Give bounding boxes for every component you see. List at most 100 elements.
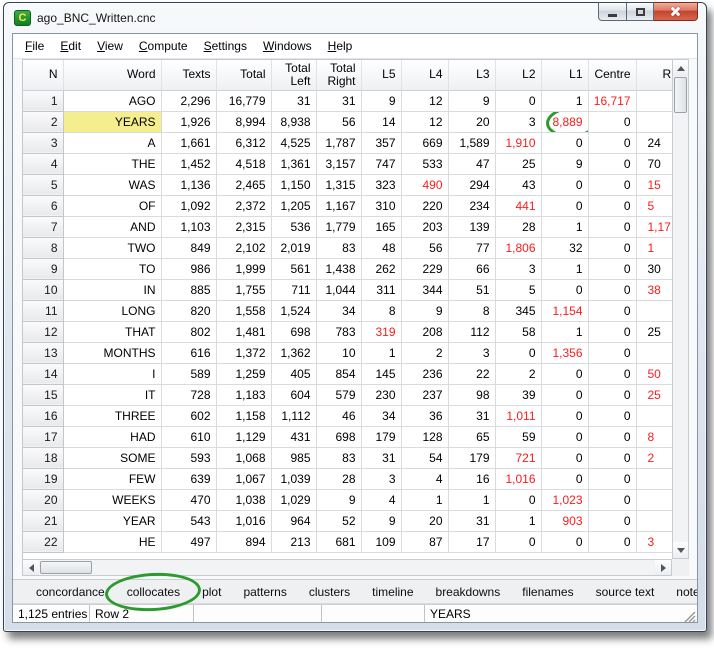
cell-l2[interactable]: 1,806 [495, 237, 541, 258]
cell-centre[interactable]: 0 [588, 300, 636, 321]
cell-l1[interactable]: 903 [541, 510, 588, 531]
cell-l2[interactable]: 0 [495, 342, 541, 363]
cell-l5[interactable]: 34 [361, 405, 401, 426]
cell-total[interactable]: 1,067 [216, 468, 271, 489]
cell-total-left[interactable]: 1,205 [271, 195, 316, 216]
cell-total-right[interactable]: 83 [316, 447, 361, 468]
cell-l1[interactable]: 1 [541, 90, 588, 111]
cell-total[interactable]: 8,994 [216, 111, 271, 132]
cell-total-right[interactable]: 34 [316, 300, 361, 321]
cell-word[interactable]: LONG [63, 300, 161, 321]
cell-total-left[interactable]: 604 [271, 384, 316, 405]
cell-r1[interactable]: 3 [636, 531, 672, 552]
menu-windows[interactable]: Windows [255, 36, 320, 56]
cell-total[interactable]: 1,183 [216, 384, 271, 405]
cell-centre[interactable]: 0 [588, 153, 636, 174]
cell-l5[interactable]: 109 [361, 531, 401, 552]
cell-l4[interactable]: 20 [401, 510, 448, 531]
cell-r1[interactable] [636, 405, 672, 426]
cell-total-left[interactable]: 31 [271, 90, 316, 111]
cell-l4[interactable]: 56 [401, 237, 448, 258]
cell-l1[interactable]: 0 [541, 405, 588, 426]
cell-centre[interactable]: 0 [588, 111, 636, 132]
cell-total[interactable]: 1,016 [216, 510, 271, 531]
row-number[interactable]: 6 [23, 195, 63, 216]
cell-l5[interactable]: 262 [361, 258, 401, 279]
horizontal-scrollbar[interactable] [22, 559, 672, 576]
cell-texts[interactable]: 1,136 [161, 174, 216, 195]
cell-l2[interactable]: 1 [495, 510, 541, 531]
cell-word[interactable]: THE [63, 153, 161, 174]
cell-total[interactable]: 1,038 [216, 489, 271, 510]
cell-l5[interactable]: 4 [361, 489, 401, 510]
cell-word[interactable]: THAT [63, 321, 161, 342]
cell-l1[interactable]: 0 [541, 447, 588, 468]
row-number[interactable]: 12 [23, 321, 63, 342]
cell-l5[interactable]: 31 [361, 447, 401, 468]
cell-texts[interactable]: 885 [161, 279, 216, 300]
cell-word[interactable]: A [63, 132, 161, 153]
column-header-n[interactable]: N [23, 60, 63, 90]
cell-total-left[interactable]: 431 [271, 426, 316, 447]
cell-total[interactable]: 6,312 [216, 132, 271, 153]
cell-word[interactable]: IT [63, 384, 161, 405]
cell-l2[interactable]: 28 [495, 216, 541, 237]
menu-help[interactable]: Help [320, 36, 361, 56]
cell-l4[interactable]: 533 [401, 153, 448, 174]
cell-l3[interactable]: 179 [448, 447, 495, 468]
cell-l5[interactable]: 230 [361, 384, 401, 405]
scroll-up-button[interactable] [673, 60, 688, 76]
cell-texts[interactable]: 849 [161, 237, 216, 258]
cell-total-left[interactable]: 964 [271, 510, 316, 531]
cell-l4[interactable]: 236 [401, 363, 448, 384]
cell-l3[interactable]: 234 [448, 195, 495, 216]
cell-l3[interactable]: 1,589 [448, 132, 495, 153]
menu-view[interactable]: View [89, 36, 131, 56]
cell-total-left[interactable]: 536 [271, 216, 316, 237]
cell-l4[interactable]: 2 [401, 342, 448, 363]
column-header-l1[interactable]: L1 [541, 60, 588, 90]
cell-l2[interactable]: 441 [495, 195, 541, 216]
cell-texts[interactable]: 820 [161, 300, 216, 321]
cell-total[interactable]: 4,518 [216, 153, 271, 174]
cell-word[interactable]: AND [63, 216, 161, 237]
cell-centre[interactable]: 0 [588, 468, 636, 489]
menu-file[interactable]: File [17, 36, 52, 56]
cell-total-right[interactable]: 46 [316, 405, 361, 426]
cell-l3[interactable]: 8 [448, 300, 495, 321]
cell-total[interactable]: 16,779 [216, 90, 271, 111]
cell-centre[interactable]: 0 [588, 426, 636, 447]
cell-word[interactable]: TO [63, 258, 161, 279]
cell-l5[interactable]: 311 [361, 279, 401, 300]
cell-l4[interactable]: 203 [401, 216, 448, 237]
row-number[interactable]: 22 [23, 531, 63, 552]
cell-l2[interactable]: 2 [495, 363, 541, 384]
cell-l3[interactable]: 22 [448, 363, 495, 384]
cell-l2[interactable]: 5 [495, 279, 541, 300]
row-number[interactable]: 21 [23, 510, 63, 531]
cell-l4[interactable]: 344 [401, 279, 448, 300]
cell-texts[interactable]: 728 [161, 384, 216, 405]
column-header-l2[interactable]: L2 [495, 60, 541, 90]
cell-total-right[interactable]: 9 [316, 489, 361, 510]
cell-l2[interactable]: 345 [495, 300, 541, 321]
cell-l3[interactable]: 294 [448, 174, 495, 195]
menu-compute[interactable]: Compute [131, 36, 196, 56]
cell-l5[interactable]: 179 [361, 426, 401, 447]
cell-word[interactable]: HAD [63, 426, 161, 447]
cell-r1[interactable]: 5 [636, 195, 672, 216]
column-header-l4[interactable]: L4 [401, 60, 448, 90]
cell-l5[interactable]: 14 [361, 111, 401, 132]
cell-total[interactable]: 1,068 [216, 447, 271, 468]
cell-l3[interactable]: 65 [448, 426, 495, 447]
cell-l3[interactable]: 9 [448, 90, 495, 111]
menu-edit[interactable]: Edit [52, 36, 89, 56]
column-header-total[interactable]: Total [216, 60, 271, 90]
cell-l5[interactable]: 747 [361, 153, 401, 174]
cell-l5[interactable]: 145 [361, 363, 401, 384]
cell-total-right[interactable]: 56 [316, 111, 361, 132]
cell-l3[interactable]: 112 [448, 321, 495, 342]
cell-centre[interactable]: 0 [588, 237, 636, 258]
cell-total-left[interactable]: 1,029 [271, 489, 316, 510]
cell-l2[interactable]: 39 [495, 384, 541, 405]
